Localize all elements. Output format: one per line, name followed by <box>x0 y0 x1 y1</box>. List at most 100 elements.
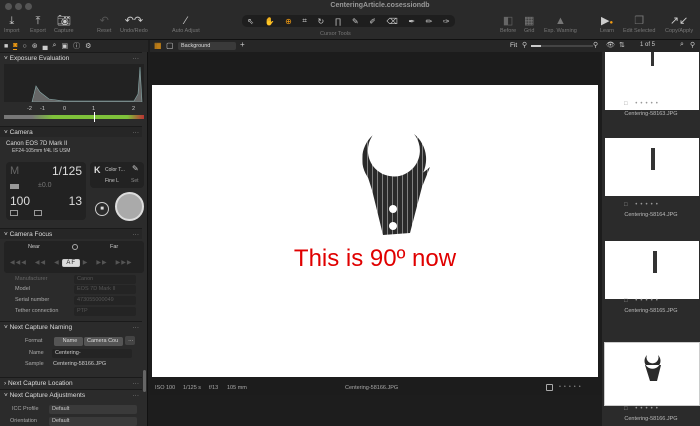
camera-focus-header[interactable]: ˅ Camera Focus ··· <box>0 228 142 239</box>
panel-scrollbar[interactable] <box>143 370 146 392</box>
color-tab-icon[interactable]: ○ <box>22 43 26 50</box>
zoom-out-icon[interactable]: ⚲ <box>522 41 527 49</box>
iso-value[interactable]: 100 <box>10 194 30 208</box>
thumbnail-rating[interactable]: □ ••••• <box>624 298 661 304</box>
zoom-window-button[interactable] <box>25 3 32 10</box>
more-icon[interactable]: ··· <box>133 53 140 64</box>
drive-mode-icon[interactable] <box>10 210 18 216</box>
background-select[interactable]: Background <box>178 42 236 50</box>
more-icon[interactable]: ··· <box>133 127 140 138</box>
shutter-release-button[interactable] <box>115 192 144 221</box>
shutter-speed[interactable]: 1/125 <box>52 164 82 178</box>
more-icon[interactable]: ··· <box>133 229 140 240</box>
lens-tab-icon[interactable]: ⊛ <box>32 42 38 50</box>
camera-model[interactable]: Canon EOS 7D Mark II <box>6 141 67 147</box>
settings-tab-icon[interactable]: ⚙ <box>85 42 91 50</box>
camera-header[interactable]: ˅ Camera ··· <box>0 126 142 137</box>
exposure-evaluation-header[interactable]: ˅ Exposure Evaluation ··· <box>0 52 142 63</box>
star-rating[interactable]: ••••• <box>559 384 584 390</box>
pen-icon[interactable]: ✑ <box>443 17 450 26</box>
capture-tab-icon[interactable]: ◙ <box>13 42 18 50</box>
brush-cursor-icon[interactable]: ✐ <box>369 17 376 26</box>
reset-button[interactable]: ↶ Reset <box>97 15 111 34</box>
add-view-icon[interactable]: + <box>240 40 245 49</box>
more-icon[interactable]: ··· <box>133 390 140 401</box>
icc-profile-select[interactable]: Default <box>49 405 137 414</box>
thumbnail-selected[interactable] <box>604 342 700 406</box>
import-button[interactable]: ⤓ Import <box>4 15 20 34</box>
annotate-icon[interactable]: ✏ <box>426 17 433 26</box>
thumbnail-rating[interactable]: □ ••••• <box>624 406 661 412</box>
focus-far-medium-button[interactable]: ▶▶ <box>96 260 107 266</box>
aperture-value[interactable]: 13 <box>69 194 82 208</box>
zoom-thumbs-icon[interactable]: ⚲ <box>690 41 695 49</box>
close-window-button[interactable] <box>5 3 12 10</box>
more-icon[interactable]: ··· <box>133 378 140 389</box>
main-image[interactable]: This is 90º now <box>152 85 598 377</box>
name-token[interactable]: Name <box>54 337 83 346</box>
exposure-compensation[interactable]: ±0.0 <box>38 182 52 189</box>
focus-far-large-button[interactable]: ▶▶▶ <box>116 260 133 266</box>
exposure-mode[interactable]: M <box>10 165 19 177</box>
single-view-icon[interactable]: ▢ <box>166 41 174 50</box>
select-cursor-icon[interactable]: ⇖ <box>247 17 254 26</box>
undo-redo-button[interactable]: ↶↷ Undo/Redo <box>120 15 148 34</box>
thumbnail[interactable] <box>605 138 699 196</box>
wb-picker-icon[interactable]: ✒ <box>408 17 415 26</box>
auto-adjust-button[interactable]: ⁄ Auto Adjust <box>172 15 200 34</box>
exposure-warning-button[interactable]: ▲ Exp. Warning <box>544 15 577 34</box>
thumbnail-rating[interactable]: □ ••••• <box>624 202 661 208</box>
minimize-window-button[interactable] <box>15 3 22 10</box>
metering-icon[interactable] <box>34 210 42 216</box>
thumbnail[interactable] <box>605 241 699 299</box>
eyedropper-icon[interactable]: ✎ <box>132 164 139 173</box>
zoom-cursor-icon[interactable]: ⊕ <box>285 17 292 26</box>
format-more-button[interactable]: … <box>125 336 135 345</box>
capture-button[interactable]: 📷︎ Capture <box>54 15 74 34</box>
orientation-select[interactable]: Default <box>49 417 137 426</box>
file-format[interactable]: Fine L <box>105 178 119 184</box>
eraser-cursor-icon[interactable]: ⌫ <box>387 17 398 26</box>
set-button[interactable]: Set <box>131 178 139 184</box>
metadata-tab-icon[interactable]: ⓘ <box>73 41 80 51</box>
export-button[interactable]: ⤒ Export <box>30 15 46 34</box>
camera-counter-token[interactable]: Camera Cou <box>84 337 123 346</box>
autofocus-button[interactable]: AF <box>62 259 81 267</box>
select-checkbox[interactable] <box>546 384 553 391</box>
multi-view-icon[interactable]: ▦ <box>154 41 162 50</box>
more-icon[interactable]: ··· <box>133 322 140 333</box>
exposure-tab-icon[interactable]: ▄ <box>43 43 48 50</box>
focus-near-large-button[interactable]: ◀◀◀ <box>10 260 27 266</box>
grid-button[interactable]: ▦ Grid <box>524 15 534 34</box>
edit-selected-button[interactable]: ❐ Edit Selected <box>623 15 655 34</box>
library-tab-icon[interactable]: ■ <box>4 43 8 50</box>
next-capture-adjustments-header[interactable]: ˅ Next Capture Adjustments ··· <box>0 389 142 400</box>
name-field[interactable]: Centering- <box>52 349 132 358</box>
thumbnail-rating[interactable]: □ ••••• <box>624 101 661 107</box>
learn-button[interactable]: ▶● Learn <box>600 15 614 34</box>
eye-icon[interactable]: 👁︎ <box>606 41 615 49</box>
keystone-cursor-icon[interactable]: ∏ <box>335 17 342 26</box>
crop-cursor-icon[interactable]: ⌗ <box>302 16 307 26</box>
zoom-in-icon[interactable]: ⚲ <box>593 41 598 49</box>
sort-icon[interactable]: ⇅ <box>619 41 625 49</box>
sample-value: Centering-58166.JPG <box>53 361 107 367</box>
pan-cursor-icon[interactable]: ✋ <box>265 17 275 26</box>
next-capture-naming-header[interactable]: ˅ Next Capture Naming ··· <box>0 321 142 332</box>
focus-near-medium-button[interactable]: ◀◀ <box>35 260 46 266</box>
zoom-fit-label[interactable]: Fit <box>510 42 517 49</box>
next-capture-location-header[interactable]: › Next Capture Location ··· <box>0 377 142 388</box>
adjustments-tab-icon[interactable]: ▣ <box>61 42 68 50</box>
details-tab-icon[interactable]: ⌕ <box>53 42 57 50</box>
rotate-cursor-icon[interactable]: ↻ <box>317 17 324 26</box>
video-record-button[interactable]: ■ <box>95 202 109 216</box>
picker-cursor-icon[interactable]: ✎ <box>352 17 359 26</box>
focus-near-small-button[interactable]: ◀ <box>54 260 60 266</box>
exp-warning-label: Exp. Warning <box>544 28 577 34</box>
copy-apply-button[interactable]: ↗↙ Copy/Apply <box>665 15 693 34</box>
focus-far-small-button[interactable]: ▶ <box>83 260 89 266</box>
before-button[interactable]: ◧ Before <box>500 15 516 34</box>
white-balance[interactable]: Color T... <box>105 167 125 173</box>
zoom-slider[interactable] <box>531 45 593 47</box>
search-icon[interactable]: ⌕ <box>680 41 684 49</box>
